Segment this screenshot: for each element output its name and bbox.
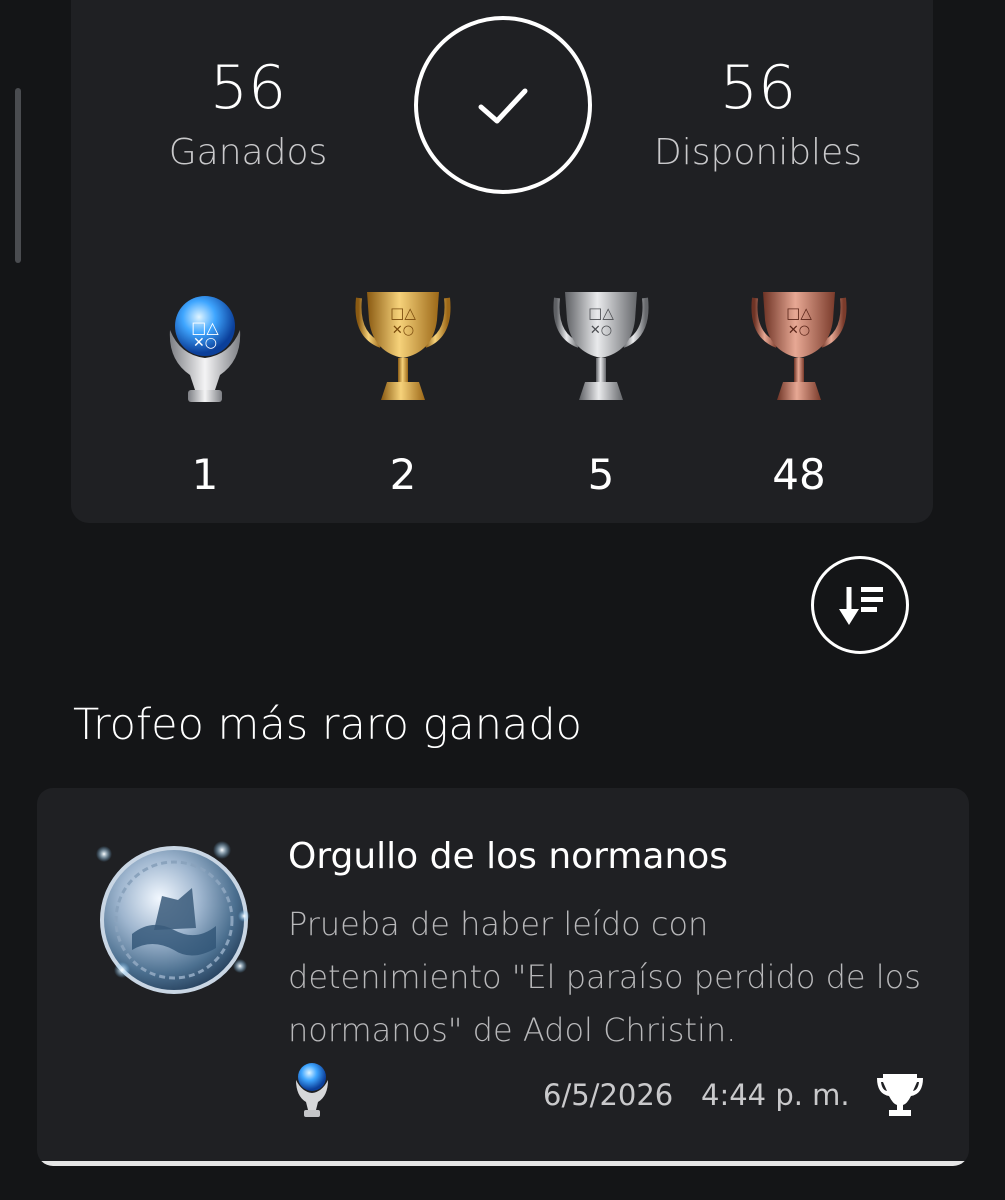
- svg-text:□△: □△: [588, 304, 614, 322]
- svg-text:✕○: ✕○: [788, 323, 810, 338]
- available-stat: 56 Disponibles: [628, 58, 888, 173]
- platinum-count: 1: [191, 450, 219, 499]
- gold-count: 2: [389, 450, 417, 499]
- sort-descending-icon: [839, 587, 883, 625]
- trophy-description: Prueba de haber leído con detenimiento "…: [288, 905, 921, 1049]
- trophy-name: Orgullo de los normanos: [288, 836, 729, 877]
- earned-label: Ganados: [168, 132, 328, 173]
- bronze-trophy-icon: □△ ✕○: [739, 290, 859, 410]
- available-label: Disponibles: [654, 132, 862, 173]
- section-title: Trofeo más raro ganado: [73, 700, 582, 750]
- earned-time: 4:44 p. m.: [701, 1078, 850, 1112]
- trophy-summary-card: 56 Ganados 56 Disponibles □△ ✕○ 1 □△ ✕○ …: [71, 0, 933, 523]
- silver-count: 5: [587, 450, 615, 499]
- rarest-trophy-card[interactable]: Orgullo de los normanos Prueba de haber …: [37, 788, 969, 1166]
- svg-text:□△: □△: [786, 304, 812, 322]
- svg-text:✕○: ✕○: [590, 323, 612, 338]
- bronze-count: 48: [772, 450, 826, 499]
- earned-count: 56: [209, 53, 287, 123]
- check-icon: [478, 88, 528, 124]
- sort-button[interactable]: [811, 556, 909, 654]
- platinum-trophy-small-icon: [292, 1060, 332, 1120]
- scrollbar[interactable]: [15, 88, 21, 263]
- silver-trophy-icon: □△ ✕○: [541, 290, 661, 410]
- completed-badge: [414, 16, 592, 194]
- available-count: 56: [719, 53, 797, 123]
- medal-icon: [92, 838, 252, 998]
- trophy-cup-icon: [877, 1070, 923, 1124]
- svg-text:✕○: ✕○: [193, 335, 217, 351]
- earned-stat: 56 Ganados: [118, 58, 378, 173]
- svg-text:□△: □△: [390, 304, 416, 322]
- svg-text:✕○: ✕○: [392, 323, 414, 338]
- platinum-trophy-icon: □△ ✕○: [145, 290, 265, 410]
- gold-trophy-icon: □△ ✕○: [343, 290, 463, 410]
- earned-date: 6/5/2026: [543, 1078, 674, 1112]
- card-bottom-divider: [37, 1161, 969, 1166]
